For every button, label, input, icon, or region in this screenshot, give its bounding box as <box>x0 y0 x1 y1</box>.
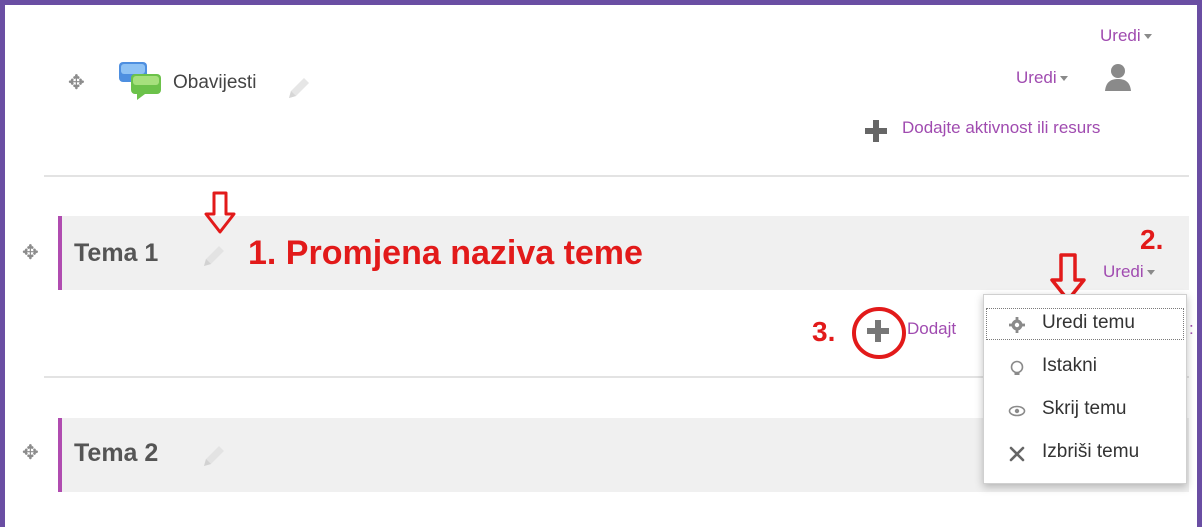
menu-item-hide-topic[interactable]: Skrij temu <box>984 392 1186 428</box>
plus-icon <box>865 120 887 142</box>
section-edit-toggle[interactable]: Uredi <box>1103 262 1155 282</box>
forum-icon <box>119 62 161 100</box>
caret-down-icon <box>1146 270 1155 276</box>
lightbulb-icon <box>1010 360 1024 375</box>
move-section-icon[interactable]: ✥ <box>22 240 39 265</box>
caret-down-icon <box>1059 76 1068 82</box>
section-accent-bar <box>58 216 62 290</box>
caret-down-icon <box>1143 34 1152 40</box>
edit-menu-toggle[interactable]: Uredi <box>1100 26 1152 46</box>
edit-label: Uredi <box>1100 26 1141 45</box>
menu-item-highlight[interactable]: Istakni <box>984 349 1186 385</box>
annotation-step-3: 3. <box>812 316 836 347</box>
menu-item-delete-topic[interactable]: Izbriši temu <box>984 435 1186 471</box>
edit-roles-toggle[interactable]: Uredi <box>1016 68 1068 88</box>
section-accent-bar <box>58 418 62 492</box>
edit-section-name-pencil-icon[interactable] <box>200 244 226 270</box>
gear-icon <box>1009 317 1025 333</box>
annotation-step-2: 2. <box>1140 224 1164 255</box>
edit-title-pencil-icon[interactable] <box>285 76 311 102</box>
cross-icon <box>1009 446 1025 462</box>
menu-item-edit-topic[interactable]: Uredi temu <box>984 306 1186 342</box>
arrow-down-annotation-icon <box>204 191 236 234</box>
edit-section-name-pencil-icon[interactable] <box>200 444 226 470</box>
section-title: Tema 2 <box>74 439 159 467</box>
forum-label[interactable]: Obavijesti <box>173 72 256 94</box>
menu-item-label: Uredi temu <box>1042 312 1135 333</box>
move-icon[interactable]: ✥ <box>68 70 85 95</box>
menu-item-label: Izbriši temu <box>1042 441 1140 462</box>
edit-label: Uredi <box>1103 262 1144 281</box>
add-activity-link-tail: : <box>1189 319 1194 338</box>
edit-label: Uredi <box>1016 68 1057 87</box>
add-activity-link-partial[interactable]: Dodajt <box>907 319 983 339</box>
menu-item-label: Istakni <box>1042 355 1097 376</box>
annotation-step-1: 1. Promjena naziva teme <box>248 234 643 272</box>
divider <box>44 175 1189 177</box>
section-title: Tema 1 <box>74 239 159 267</box>
menu-item-label: Skrij temu <box>1042 398 1127 419</box>
move-section-icon[interactable]: ✥ <box>22 440 39 465</box>
section-edit-menu: Uredi temu Istakni Skrij temu Izbriši te… <box>983 294 1187 484</box>
add-activity-link[interactable]: Dodajte aktivnost ili resurs <box>902 118 1100 138</box>
user-icon <box>1105 64 1131 91</box>
add-activity-plus-icon[interactable] <box>865 318 891 344</box>
eye-icon <box>1008 405 1026 417</box>
